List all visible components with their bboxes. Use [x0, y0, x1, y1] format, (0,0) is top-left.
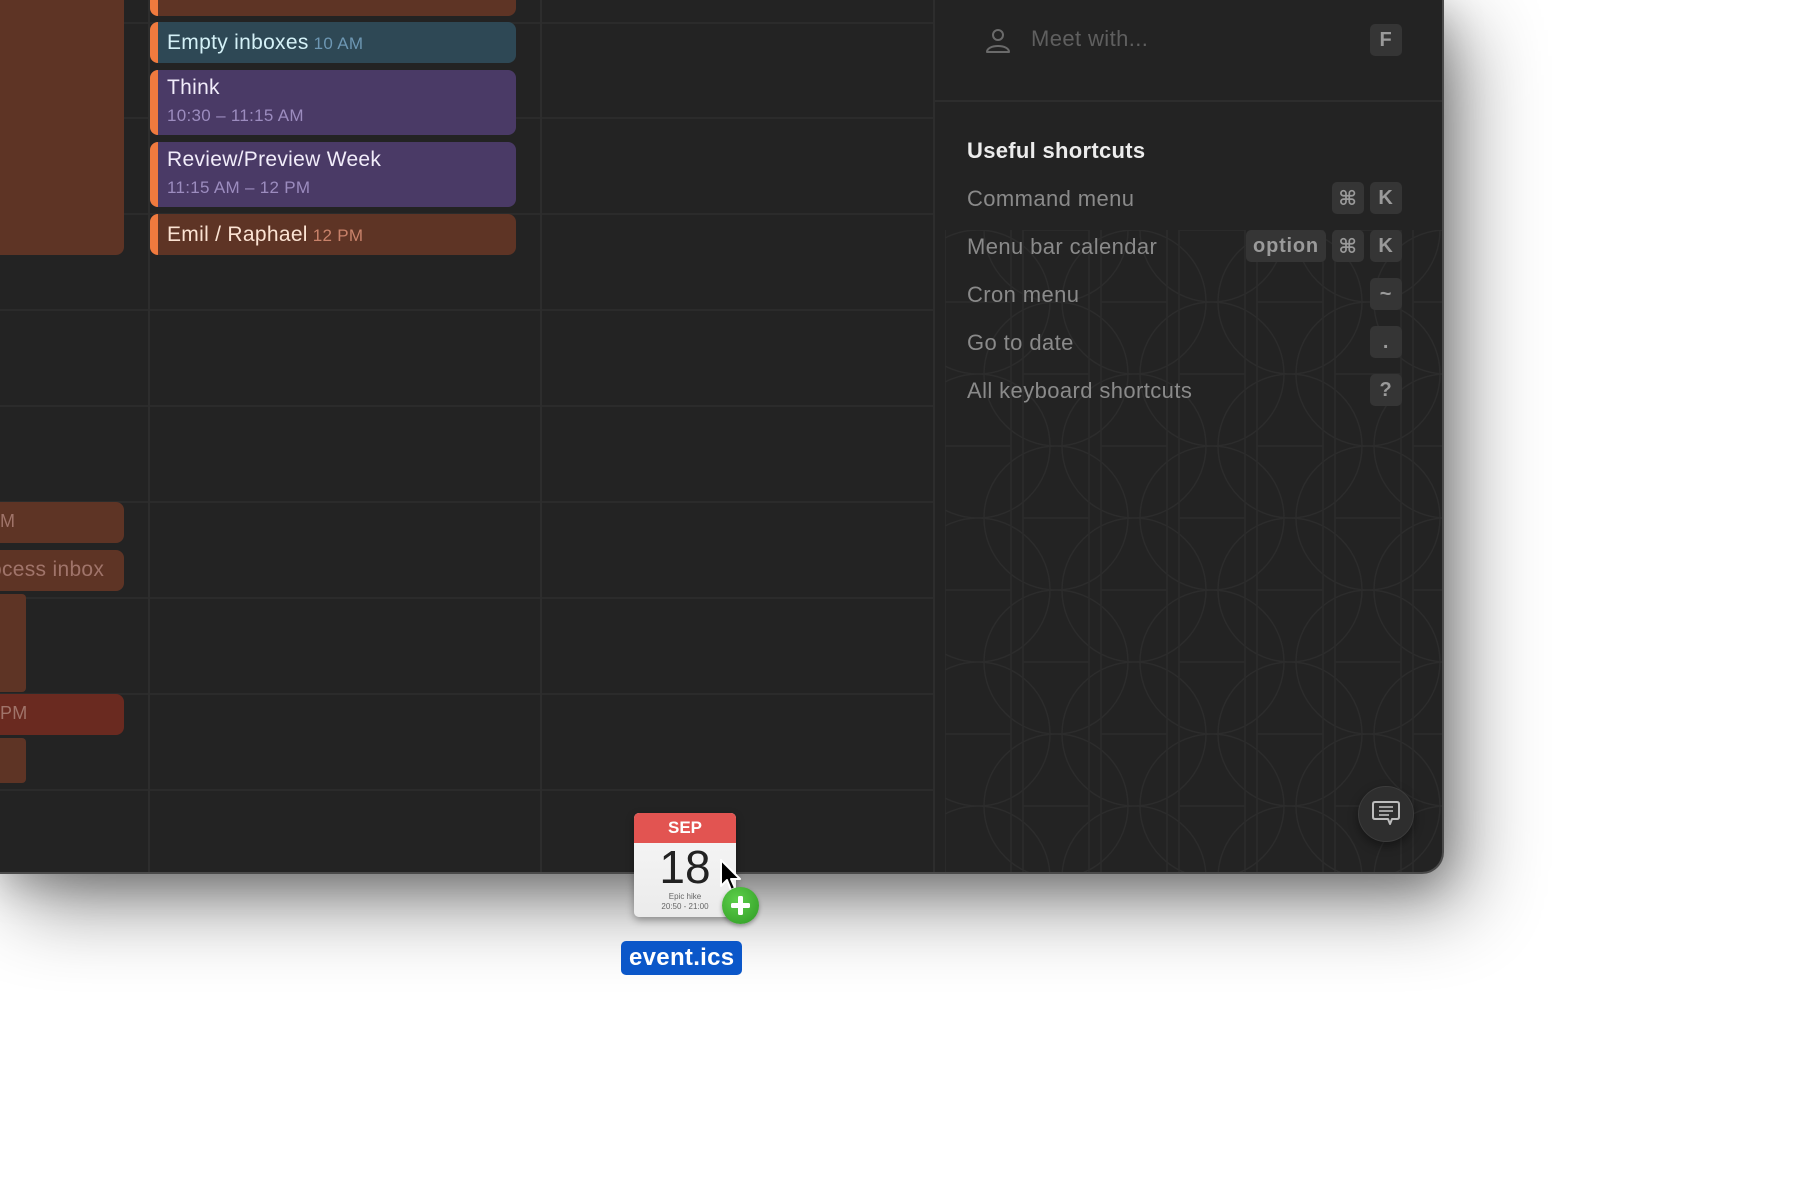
- shortcut-key: K: [1370, 182, 1402, 214]
- event-title: Empty inboxes 10 AM: [167, 31, 363, 55]
- shortcut-key: ?: [1370, 374, 1402, 406]
- event-time: 12 PM: [312, 226, 364, 245]
- shortcut-key: ~: [1370, 278, 1402, 310]
- shortcut-key: option: [1246, 230, 1326, 262]
- day-column-divider: [540, 0, 542, 872]
- chat-bubble-icon: [1372, 801, 1400, 825]
- hour-gridline: [0, 501, 933, 503]
- calendar-icon-month: SEP: [634, 813, 736, 843]
- shortcut-key: ⌘: [1332, 182, 1364, 214]
- event-time: 11:15 AM – 12 PM: [167, 178, 311, 197]
- shortcut-label: Cron menu: [967, 282, 1080, 307]
- event-title-text: Emil / Raphael: [167, 223, 308, 246]
- event-time: PM: [0, 703, 28, 723]
- calendar-event-think[interactable]: Think 10:30 – 11:15 AM: [150, 70, 516, 135]
- calendar-event[interactable]: M: [0, 502, 124, 543]
- event-title: Review/Preview Week: [167, 148, 382, 171]
- feedback-button[interactable]: [1358, 786, 1414, 842]
- copy-plus-icon: [722, 887, 759, 924]
- calendar-event[interactable]: [0, 0, 124, 255]
- calendar-event[interactable]: ocess inbox: [0, 550, 124, 591]
- event-time: 10:30 – 11:15 AM: [167, 106, 304, 125]
- calendar-event[interactable]: [150, 0, 516, 16]
- shortcut-label: Command menu: [967, 186, 1135, 211]
- side-panel: Meet with... F Useful shortcuts Command …: [933, 0, 1442, 872]
- calendar-icon-event-time: 20:50 - 21:00: [661, 902, 709, 911]
- meet-with-placeholder: Meet with...: [1031, 26, 1149, 51]
- calendar-event-review-preview-week[interactable]: Review/Preview Week 11:15 AM – 12 PM: [150, 142, 516, 207]
- event-accent-bar: [150, 142, 158, 207]
- hour-gridline: [0, 693, 933, 695]
- shortcut-key: K: [1370, 230, 1402, 262]
- meet-with-input[interactable]: Meet with... F: [935, 20, 1442, 60]
- shortcut-label: Go to date: [967, 330, 1074, 355]
- file-name-label: event.ics: [621, 941, 743, 975]
- event-title: Emil / Raphael 12 PM: [167, 223, 363, 247]
- shortcut-cron-menu[interactable]: Cron menu ~: [935, 278, 1442, 310]
- event-accent-bar: [150, 22, 158, 63]
- event-title-text: Empty inboxes: [167, 31, 309, 54]
- calendar-event[interactable]: [0, 594, 26, 692]
- hour-gridline: [0, 405, 933, 407]
- shortcut-all-keyboard-shortcuts[interactable]: All keyboard shortcuts ?: [935, 374, 1442, 406]
- calendar-event[interactable]: [0, 738, 26, 783]
- hour-gridline: [0, 597, 933, 599]
- shortcut-menu-bar-calendar[interactable]: Menu bar calendar option ⌘ K: [935, 230, 1442, 262]
- shortcut-command-menu[interactable]: Command menu ⌘ K: [935, 182, 1442, 214]
- shortcut-key: F: [1370, 24, 1402, 56]
- shortcut-label: Menu bar calendar: [967, 234, 1158, 259]
- hour-gridline: [0, 309, 933, 311]
- panel-divider: [935, 100, 1442, 102]
- cron-calendar-window: M ocess inbox PM Empty inboxes 10 AM Thin…: [0, 0, 1444, 874]
- shortcut-key: .: [1370, 326, 1402, 358]
- event-time: 10 AM: [313, 34, 364, 53]
- shortcut-label: All keyboard shortcuts: [967, 378, 1193, 403]
- calendar-event-empty-inboxes[interactable]: Empty inboxes 10 AM: [150, 22, 516, 63]
- calendar-event-emil-raphael[interactable]: Emil / Raphael 12 PM: [150, 214, 516, 255]
- event-time: M: [0, 511, 16, 531]
- shortcut-key: ⌘: [1332, 230, 1364, 262]
- person-icon: [986, 29, 1010, 53]
- event-accent-bar: [150, 0, 158, 16]
- event-accent-bar: [150, 70, 158, 135]
- hour-gridline: [0, 789, 933, 791]
- event-title: Think: [167, 76, 220, 99]
- shortcuts-heading: Useful shortcuts: [967, 138, 1146, 163]
- calendar-event[interactable]: PM: [0, 694, 124, 735]
- shortcut-go-to-date[interactable]: Go to date .: [935, 326, 1442, 358]
- event-title: ocess inbox: [0, 558, 105, 581]
- event-accent-bar: [150, 214, 158, 255]
